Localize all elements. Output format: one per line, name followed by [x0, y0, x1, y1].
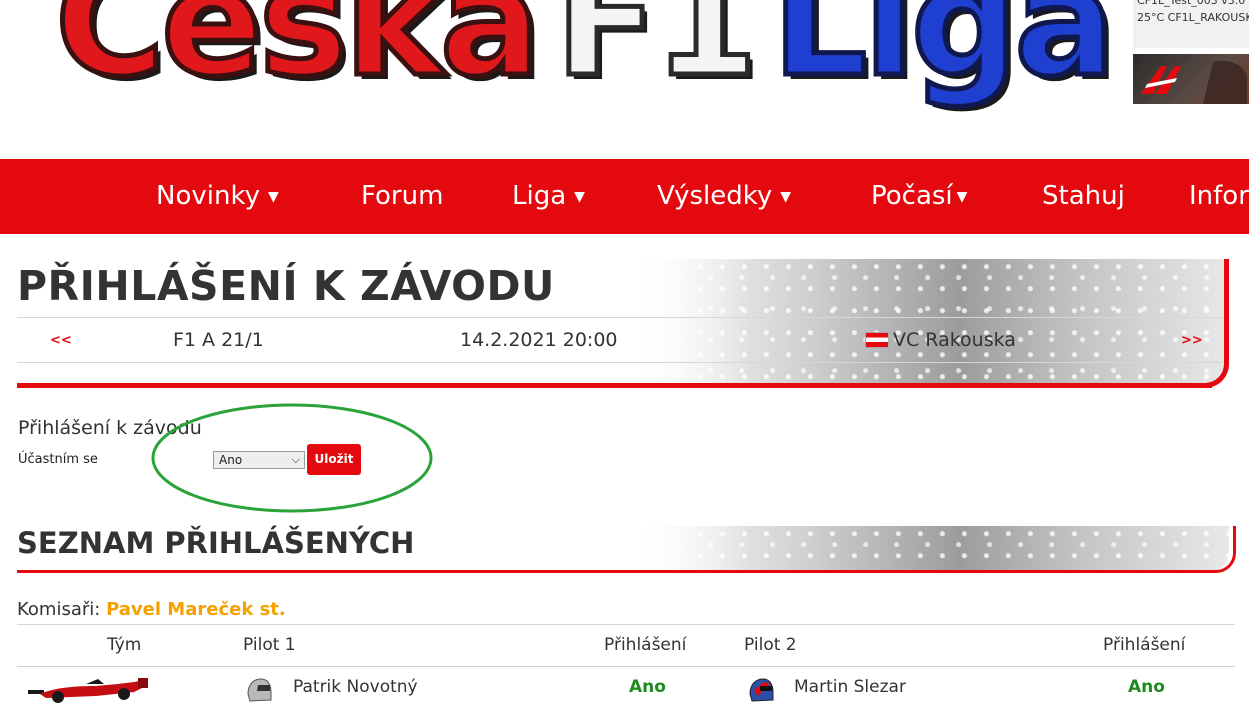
race-event-code: F1 A 21/1: [173, 329, 264, 351]
chevron-down-icon: ▼: [267, 189, 279, 205]
column-header-signup2: Přihlášení: [1103, 635, 1186, 655]
section-corner: [1190, 259, 1229, 388]
race-banner-image: [630, 259, 1229, 386]
nav-label: Výsledky: [657, 181, 773, 211]
nav-label: Infor: [1189, 181, 1249, 211]
nav-item-pocasi[interactable]: Počasí ▼: [871, 159, 967, 234]
ferrari-car-icon: [28, 678, 148, 703]
divider: [17, 317, 1229, 318]
chevron-down-icon: ▼: [574, 189, 585, 205]
driver1-signup-status: Ano: [629, 677, 666, 697]
assetto-corsa-logo-icon[interactable]: [1133, 54, 1249, 104]
nav-item-info[interactable]: Infor: [1189, 159, 1249, 234]
nav-label: Liga: [512, 181, 567, 211]
nav-item-vysledky[interactable]: Výsledky ▼: [657, 159, 791, 234]
section-corner: [1196, 526, 1236, 573]
stewards-line: Komisaři: Pavel Mareček st.: [17, 599, 286, 620]
list-banner-image: [630, 526, 1229, 572]
driver2-signup-status: Ano: [1128, 677, 1165, 697]
driver2-name[interactable]: Martin Slezar: [794, 677, 906, 697]
section-underline: [17, 383, 1212, 388]
steward-name[interactable]: Pavel Mareček st.: [106, 599, 286, 620]
highlight-annotation: [151, 403, 433, 513]
column-header-driver1: Pilot 1: [243, 635, 296, 655]
main-navigation: Novinky ▼ Forum Liga ▼ Výsledky ▼ Počasí ▼ S…: [0, 159, 1249, 234]
server-info-widget[interactable]: CF1L_Test_003 v3.0 25°C CF1L_RAKOUSKO: [1133, 0, 1249, 48]
divider: [17, 362, 1229, 363]
column-header-driver2: Pilot 2: [744, 635, 797, 655]
helmet-icon: [749, 678, 774, 702]
entry-list-title: SEZNAM PŘIHLÁŠENÝCH: [17, 526, 415, 560]
nav-item-forum[interactable]: Forum: [361, 159, 443, 234]
nav-label: Počasí: [871, 181, 953, 211]
nav-item-liga[interactable]: Liga ▼: [512, 159, 585, 234]
race-grand-prix: VC Rakouska: [865, 329, 1016, 351]
chevron-down-icon: ▼: [780, 189, 792, 205]
grand-prix-name: VC Rakouska: [893, 329, 1016, 351]
nav-item-novinky[interactable]: Novinky ▼: [156, 159, 279, 234]
nav-label: Novinky: [156, 181, 260, 211]
server-weather: 25°C CF1L_RAKOUSKO: [1137, 11, 1249, 24]
nav-label: Stahuj: [1042, 181, 1125, 211]
nav-label: Forum: [361, 181, 444, 211]
logo-word-ceska: Česká: [52, 0, 543, 111]
column-header-team: Tým: [107, 635, 142, 655]
driver1-name[interactable]: Patrik Novotný: [293, 677, 418, 697]
helmet-icon: [247, 678, 272, 702]
stewards-label: Komisaři:: [17, 599, 101, 620]
section-underline: [17, 570, 1212, 573]
column-header-signup1: Přihlášení: [604, 635, 687, 655]
chevron-down-icon: ▼: [956, 189, 968, 205]
race-datetime: 14.2.2021 20:00: [460, 329, 618, 351]
logo-word-liga: Liga: [769, 0, 1118, 111]
page-title: PŘIHLÁŠENÍ K ZÁVODU: [17, 262, 555, 310]
banner-fade: [630, 526, 750, 572]
nav-item-stahuj[interactable]: Stahuj: [1042, 159, 1125, 234]
prev-race-link[interactable]: <<: [50, 333, 72, 348]
site-logo[interactable]: Česká F1 Liga: [52, 0, 1118, 111]
participation-label: Účastním se: [18, 452, 98, 467]
logo-word-f1: F1: [553, 0, 761, 111]
austria-flag-icon: [865, 332, 889, 348]
divider: [17, 666, 1235, 667]
server-name: CF1L_Test_003 v3.0: [1137, 0, 1246, 7]
banner-fade: [630, 259, 750, 386]
divider: [17, 624, 1235, 625]
